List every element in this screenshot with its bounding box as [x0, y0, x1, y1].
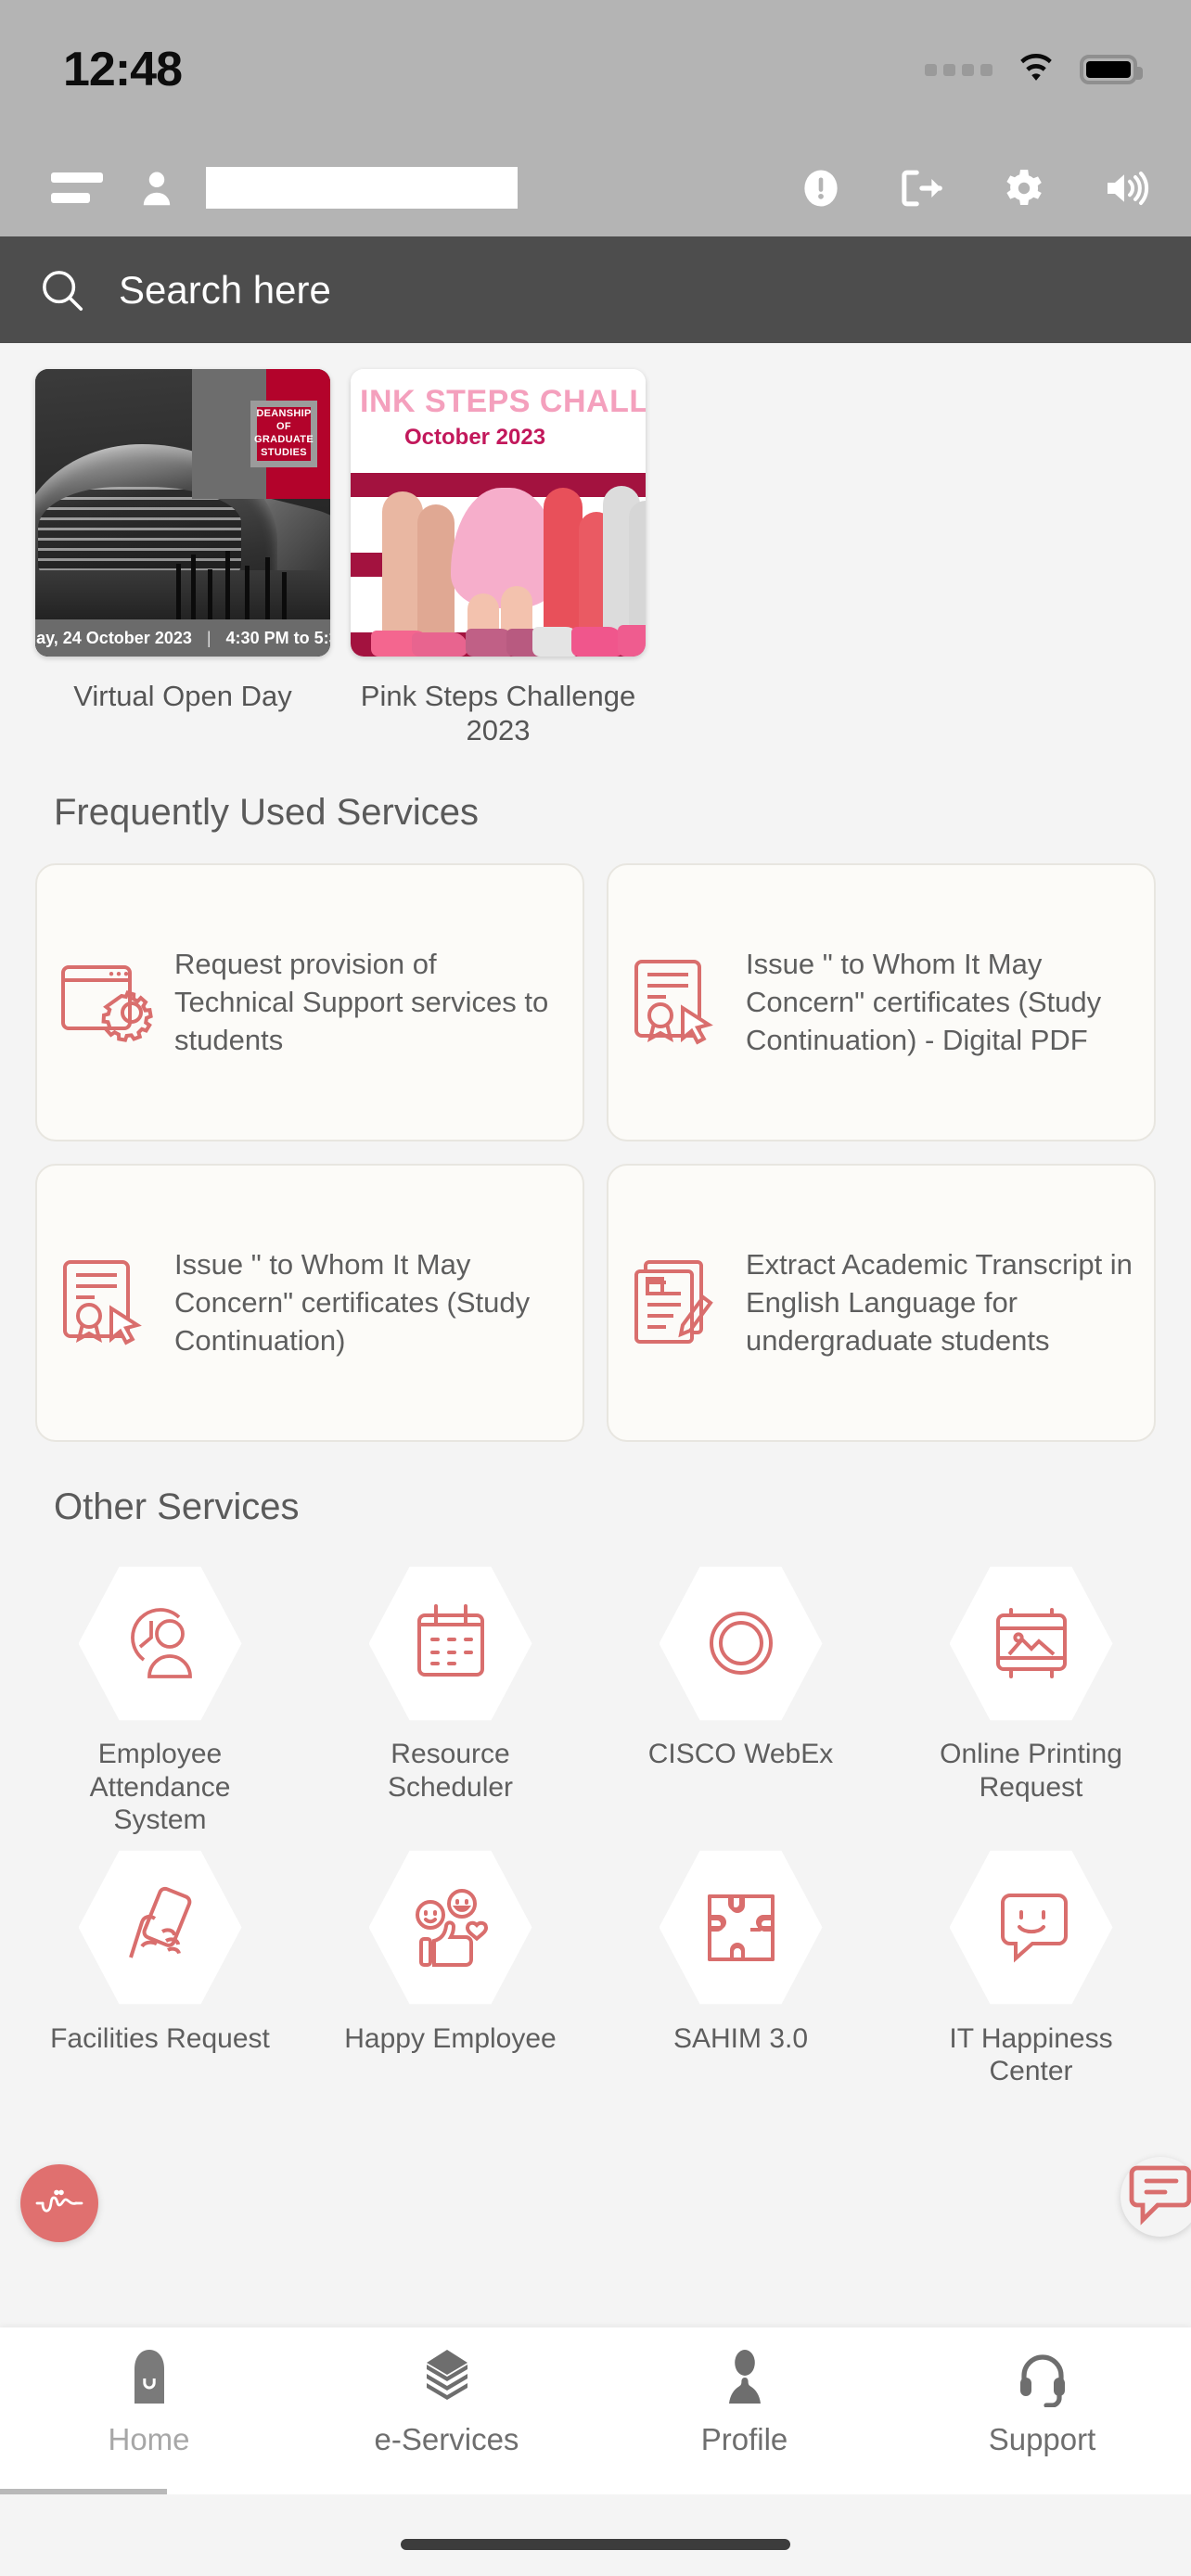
person-icon[interactable]: [135, 165, 178, 211]
other-service-label: Online Printing Request: [940, 1739, 1122, 1803]
other-service-online-printing-request[interactable]: Online Printing Request: [886, 1562, 1176, 1836]
promo-carousel[interactable]: DEANSHIP OF GRADUATE STUDIES Tuesday, 24…: [0, 343, 1191, 747]
other-service-label: Happy Employee: [344, 2022, 557, 2054]
other-service-sahim[interactable]: SAHIM 3.0: [596, 1846, 886, 2088]
poster-date: Tuesday, 24 October 2023: [35, 628, 192, 647]
alert-icon[interactable]: [800, 167, 842, 210]
other-service-label: Facilities Request: [50, 2022, 270, 2054]
search-bar[interactable]: Search here: [0, 236, 1191, 343]
clock-person-icon: [78, 1566, 242, 1721]
other-services-grid: Employee Attendance System Resource Sche…: [0, 1528, 1191, 2087]
other-service-label: CISCO WebEx: [647, 1739, 834, 1770]
deanship-badge-text: DEANSHIP OF GRADUATE STUDIES: [254, 408, 314, 458]
carousel-card-title: Pink Steps Challenge 2023: [360, 680, 636, 747]
wifi-icon: [1020, 54, 1052, 81]
smiley-chat-icon: [949, 1850, 1113, 2005]
status-indicators: [925, 52, 1143, 87]
certificate-cursor-icon: [629, 956, 725, 1049]
profile-person-icon: [728, 2350, 761, 2404]
hand-phone-icon: [78, 1850, 242, 2005]
nav-item-profile[interactable]: Profile: [596, 2348, 893, 2457]
home-indicator[interactable]: [401, 2539, 790, 2550]
virtual-open-day-poster: DEANSHIP OF GRADUATE STUDIES Tuesday, 24…: [35, 369, 330, 657]
frequent-service-card[interactable]: Issue " to Whom It May Concern" certific…: [35, 1164, 584, 1443]
poster-separator: |: [206, 628, 211, 647]
browser-gear-icon: [58, 958, 154, 1047]
other-service-facilities-request[interactable]: Facilities Request: [15, 1846, 305, 2088]
circle-ring-icon: [659, 1566, 823, 1721]
layers-icon: [426, 2350, 467, 2400]
search-icon: [43, 270, 83, 311]
other-service-happy-employee[interactable]: Happy Employee: [305, 1846, 596, 2088]
signal-dots-icon: [925, 63, 992, 76]
frequent-service-label: Request provision of Technical Support s…: [174, 948, 549, 1056]
frequent-service-label: Issue " to Whom It May Concern" certific…: [174, 1248, 531, 1357]
home-icon: [134, 2350, 164, 2404]
volume-icon[interactable]: [1102, 166, 1152, 210]
content-scroll: DEANSHIP OF GRADUATE STUDIES Tuesday, 24…: [0, 343, 1191, 2088]
frequent-services-heading: Frequently Used Services: [54, 792, 479, 834]
arabic-signature-fab[interactable]: [20, 2164, 98, 2242]
other-service-label: SAHIM 3.0: [672, 2022, 809, 2054]
nav-label: Support: [988, 2422, 1096, 2456]
frequent-service-card[interactable]: Issue " to Whom It May Concern" certific…: [607, 863, 1156, 1142]
pink-steps-illustration: [351, 471, 646, 657]
chat-bubble-fab[interactable]: [1121, 2157, 1191, 2237]
frequent-service-card[interactable]: Extract Academic Transcript in English L…: [607, 1164, 1156, 1443]
status-time: 12:48: [63, 43, 183, 96]
pink-steps-headline: INK STEPS CHALLENGE: [360, 384, 646, 419]
thumbs-up-smiley-icon: [368, 1850, 532, 2005]
settings-gear-icon[interactable]: [1002, 166, 1046, 210]
poster-info-strip: Tuesday, 24 October 2023 | 4:30 PM to 5:…: [35, 619, 330, 657]
nav-label: Home: [108, 2422, 190, 2456]
chat-bubble-icon: [1129, 2165, 1191, 2225]
arabic-signature-icon: [35, 2189, 83, 2213]
transcript-document-icon: [629, 1256, 725, 1349]
app-header: [0, 139, 1191, 236]
header-actions: [800, 166, 1152, 210]
carousel-card-pink-steps[interactable]: INK STEPS CHALLENGE October 2023: [351, 369, 646, 747]
deanship-badge: DEANSHIP OF GRADUATE STUDIES: [191, 369, 330, 499]
pink-steps-subhead: October 2023: [404, 425, 546, 450]
pink-steps-poster: INK STEPS CHALLENGE October 2023: [351, 369, 646, 657]
certificate-cursor-icon: [58, 1256, 154, 1349]
logout-icon[interactable]: [898, 167, 946, 210]
other-services-heading: Other Services: [54, 1486, 300, 1528]
other-service-cisco-webex[interactable]: CISCO WebEx: [596, 1562, 886, 1836]
nav-item-home[interactable]: Home: [0, 2348, 298, 2457]
other-service-label: Employee Attendance System: [89, 1739, 231, 1836]
carousel-card-virtual-open-day[interactable]: DEANSHIP OF GRADUATE STUDIES Tuesday, 24…: [35, 369, 330, 747]
status-bar: 12:48: [0, 0, 1191, 139]
other-service-label: Resource Scheduler: [387, 1739, 514, 1803]
carousel-card-title: Virtual Open Day: [73, 680, 292, 712]
bottom-navigation: Home e-Services Profile Support: [0, 2327, 1191, 2494]
hamburger-menu-icon[interactable]: [51, 172, 103, 203]
nav-item-support[interactable]: Support: [893, 2348, 1191, 2457]
printer-image-icon: [949, 1566, 1113, 1721]
other-service-resource-scheduler[interactable]: Resource Scheduler: [305, 1562, 596, 1836]
frequent-service-card[interactable]: Request provision of Technical Support s…: [35, 863, 584, 1142]
puzzle-pieces-icon: [659, 1850, 823, 2005]
nav-label: e-Services: [374, 2422, 519, 2456]
other-service-it-happiness-center[interactable]: IT Happiness Center: [886, 1846, 1176, 2088]
poster-poles: [171, 542, 295, 622]
headset-icon: [1019, 2354, 1065, 2407]
battery-icon: [1080, 55, 1143, 84]
calendar-icon: [368, 1566, 532, 1721]
frequent-service-label: Extract Academic Transcript in English L…: [746, 1248, 1133, 1357]
nav-label: Profile: [700, 2422, 788, 2456]
home-indicator-area: [0, 2494, 1191, 2576]
poster-time: 4:30 PM to 5:30 PM: [225, 628, 330, 647]
frequent-service-label: Issue " to Whom It May Concern" certific…: [746, 948, 1102, 1056]
app-logo: [206, 167, 518, 209]
search-input[interactable]: Search here: [119, 268, 331, 312]
other-service-label: IT Happiness Center: [949, 2022, 1113, 2086]
nav-item-e-services[interactable]: e-Services: [298, 2348, 596, 2457]
other-service-employee-attendance-system[interactable]: Employee Attendance System: [15, 1562, 305, 1836]
frequent-services-grid: Request provision of Technical Support s…: [0, 834, 1191, 1443]
